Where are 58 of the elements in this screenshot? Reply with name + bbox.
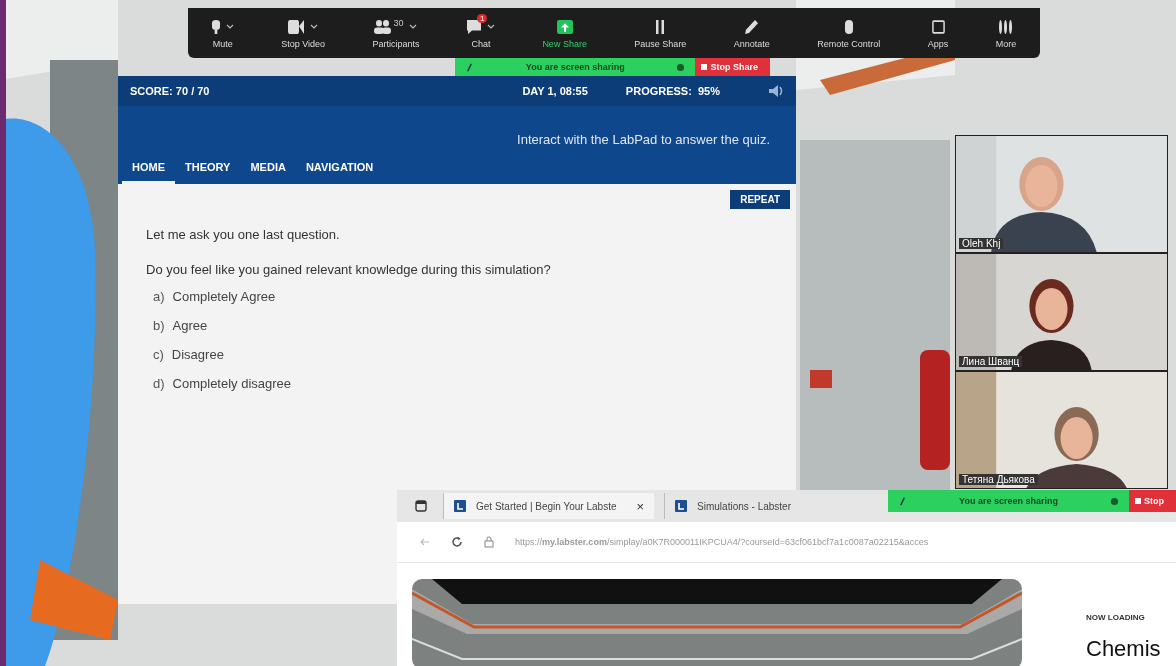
- lock-icon: [483, 536, 495, 548]
- nav-tab[interactable]: HOME: [122, 159, 175, 184]
- shield-icon: [676, 62, 686, 72]
- loading-label: NOW LOADING: [1086, 613, 1146, 622]
- toolbar-button[interactable]: New Share: [538, 15, 591, 51]
- browser-tab[interactable]: Simulations - Labster: [664, 493, 801, 519]
- nav-tab[interactable]: MEDIA: [240, 159, 296, 184]
- score-label: SCORE: 70 / 70: [130, 85, 210, 97]
- participant-name: Oleh Khj: [959, 238, 1004, 249]
- intro-text: Let me ask you one last question.: [146, 227, 341, 242]
- share-icon: [556, 19, 573, 34]
- answer-option[interactable]: b) Agree: [153, 318, 790, 333]
- nav-tab[interactable]: THEORY: [175, 159, 241, 184]
- pencil-icon: [745, 19, 759, 34]
- camera-icon: [288, 19, 305, 34]
- caret-icon: [409, 24, 418, 29]
- toolbar-button[interactable]: Annotate: [729, 15, 774, 51]
- progress-label: PROGRESS: 95%: [625, 85, 720, 97]
- nav-tab[interactable]: NAVIGATION: [295, 159, 384, 184]
- repeat-button[interactable]: REPEAT: [730, 190, 790, 209]
- pin-icon: [898, 496, 907, 506]
- speaker-icon[interactable]: [768, 84, 784, 98]
- participant-name: Лина Шванц: [959, 356, 1023, 367]
- caret-icon: [225, 24, 234, 29]
- stop-share-button[interactable]: Stop: [1129, 490, 1176, 512]
- toolbar-button[interactable]: 30 Participants: [368, 15, 424, 51]
- answer-option[interactable]: a) Completely Agree: [153, 289, 790, 304]
- sharing-status: You are screen sharing: [958, 496, 1059, 506]
- question-text: Do you feel like you gained relevant knowledge during this simulation?: [146, 262, 552, 277]
- sharing-status: You are screen sharing: [524, 62, 626, 72]
- simulation-title: Chemis: [1086, 636, 1161, 662]
- participant-count: 30: [393, 17, 404, 28]
- site-icon: [675, 500, 688, 512]
- participant-name: Тетяна Дьякова: [959, 474, 1038, 485]
- close-tab-button[interactable]: ×: [636, 498, 645, 514]
- reload-icon[interactable]: [451, 536, 463, 548]
- toolbar-button[interactable]: Pause Share: [630, 15, 691, 51]
- browser-tab[interactable]: Get Started | Begin Your Labste ×: [443, 493, 655, 519]
- toolbar-button[interactable]: 1 Chat: [462, 15, 499, 51]
- day-time: DAY 1, 08:55: [522, 85, 588, 97]
- site-icon: [454, 500, 466, 512]
- shield-icon: [1110, 496, 1119, 506]
- answer-option[interactable]: d) Completely disagree: [153, 376, 790, 391]
- chat-icon: [466, 19, 481, 34]
- window-icon[interactable]: [415, 500, 427, 512]
- caret-icon: [486, 24, 495, 29]
- microphone-icon: [211, 19, 220, 34]
- pause-icon: [656, 19, 665, 34]
- instruction-text: Interact with the LabPad to answer the quiz.: [517, 132, 770, 147]
- toolbar-button[interactable]: More: [991, 15, 1021, 51]
- caret-icon: [310, 24, 319, 29]
- stop-share-button[interactable]: Stop Share: [695, 58, 770, 76]
- answer-option[interactable]: c) Disagree: [153, 347, 790, 362]
- people-icon: [374, 19, 392, 34]
- toolbar-button[interactable]: Stop Video: [277, 15, 330, 51]
- chat-badge: 1: [476, 13, 488, 23]
- pin-icon: [465, 62, 474, 72]
- toolbar-button[interactable]: Mute: [207, 15, 238, 51]
